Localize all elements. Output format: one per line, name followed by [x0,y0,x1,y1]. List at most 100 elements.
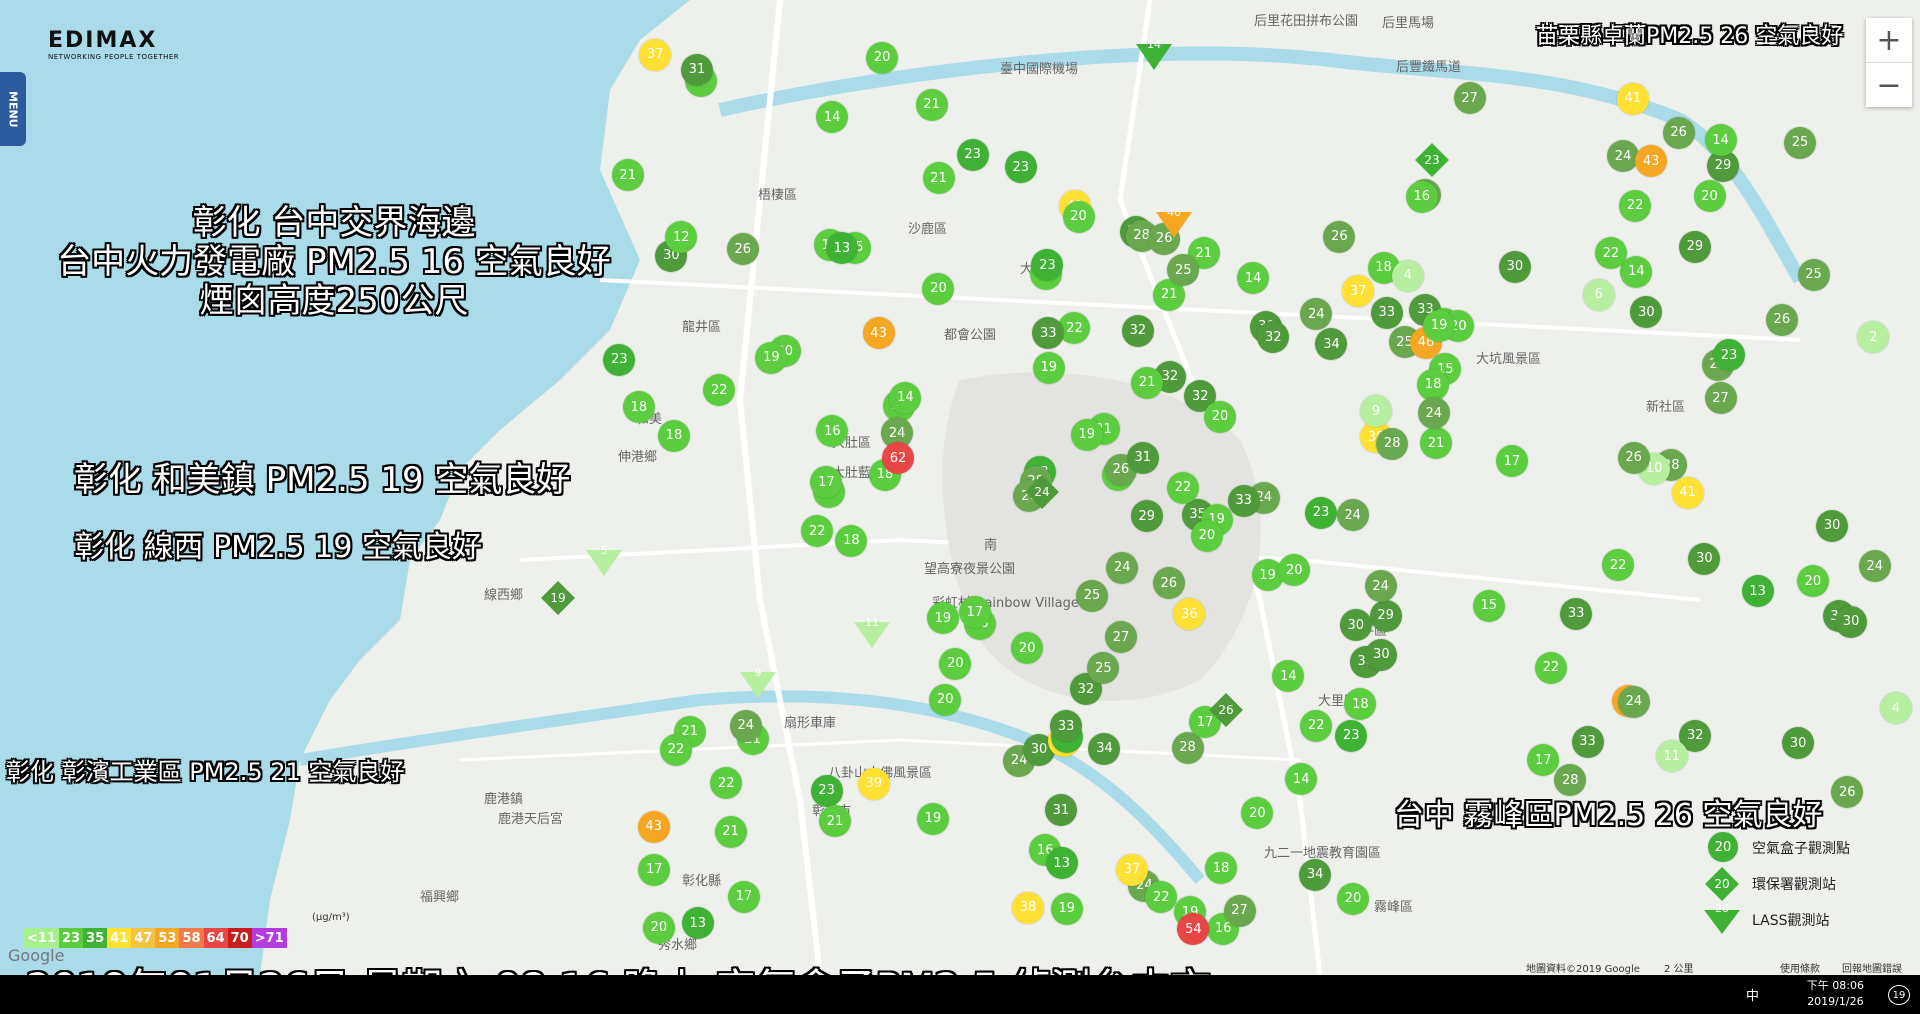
report-error-link[interactable]: 回報地圖錯誤 [1842,960,1902,975]
airbox-station-marker[interactable]: 20 [929,683,962,716]
airbox-station-marker[interactable]: 21 [714,815,747,848]
airbox-station-marker[interactable]: 33 [1370,296,1403,329]
taskbar-clock[interactable]: 下午 08:06 2019/1/26 [1807,978,1864,1010]
airbox-station-marker[interactable]: 20 [922,272,955,305]
airbox-station-marker[interactable]: 28 [1376,427,1409,460]
lass-station-marker[interactable]: 9 [740,666,776,698]
airbox-station-marker[interactable]: 41 [1616,82,1649,115]
airbox-station-marker[interactable]: 21 [611,159,644,191]
airbox-station-marker[interactable]: 41 [1671,476,1704,509]
airbox-station-marker[interactable]: 24 [1106,551,1139,584]
airbox-station-marker[interactable]: 17 [638,853,671,886]
airbox-station-marker[interactable]: 43 [637,810,670,843]
airbox-station-marker[interactable]: 14 [889,381,922,414]
airbox-station-marker[interactable]: 20 [1337,882,1369,915]
airbox-station-marker[interactable]: 20 [1062,200,1095,233]
airbox-station-marker[interactable]: 16 [1405,180,1438,213]
airbox-station-marker[interactable]: 6 [1582,278,1615,311]
airbox-station-marker[interactable]: 24 [1617,685,1650,718]
airbox-station-marker[interactable]: 37 [1116,853,1149,886]
airbox-station-marker[interactable]: 39 [857,767,890,800]
airbox-station-marker[interactable]: 23 [810,774,843,807]
airbox-station-marker[interactable]: 29 [1130,500,1163,533]
notification-badge[interactable]: 19 [1888,985,1910,1005]
airbox-station-marker[interactable]: 21 [915,88,948,121]
airbox-station-marker[interactable]: 20 [866,41,899,74]
airbox-station-marker[interactable]: 30 [1365,638,1398,671]
airbox-station-marker[interactable]: 20 [642,911,675,944]
airbox-station-marker[interactable]: 17 [1495,445,1528,478]
airbox-station-marker[interactable]: 23 [1304,496,1337,529]
airbox-station-marker[interactable]: 27 [1223,894,1256,927]
airbox-station-marker[interactable]: 19 [1032,351,1065,384]
airbox-station-marker[interactable]: 29 [1369,599,1402,632]
airbox-station-marker[interactable]: 33 [1560,597,1593,630]
airbox-station-marker[interactable]: 19 [755,341,788,374]
airbox-station-marker[interactable]: 34 [1088,732,1121,765]
airbox-station-marker[interactable]: 25 [1076,579,1109,612]
airbox-station-marker[interactable]: 23 [956,138,989,171]
airbox-station-marker[interactable]: 23 [1335,719,1368,752]
airbox-station-marker[interactable]: 25 [1797,258,1830,291]
airbox-station-marker[interactable]: 19 [1050,892,1083,925]
airbox-station-marker[interactable]: 31 [1126,441,1159,474]
airbox-station-marker[interactable]: 30 [1688,542,1721,575]
airbox-station-marker[interactable]: 20 [1203,400,1236,433]
zoom-out-button[interactable]: − [1866,63,1912,107]
airbox-station-marker[interactable]: 19 [916,802,949,835]
airbox-station-marker[interactable]: 26 [726,233,759,266]
airbox-station-marker[interactable]: 22 [1167,471,1200,504]
lass-station-marker[interactable]: 5 [586,544,622,576]
airbox-station-marker[interactable]: 18 [1417,368,1450,401]
airbox-station-marker[interactable]: 32 [1121,314,1154,347]
map-canvas[interactable]: EDIMAX NETWORKING PEOPLE TOGETHER MENU +… [0,0,1920,975]
airbox-station-marker[interactable]: 22 [660,733,693,766]
airbox-station-marker[interactable]: 18 [835,524,868,557]
zoom-in-button[interactable]: + [1866,18,1912,63]
airbox-station-marker[interactable]: 24 [1858,550,1891,583]
airbox-station-marker[interactable]: 33 [1571,725,1604,758]
menu-button[interactable]: MENU [0,72,26,146]
airbox-station-marker[interactable]: 13 [681,907,714,940]
airbox-station-marker[interactable]: 31 [680,53,713,86]
airbox-station-marker[interactable]: 31 [1044,794,1077,827]
airbox-station-marker[interactable]: 20 [1693,180,1726,213]
airbox-station-marker[interactable]: 11 [1655,740,1688,773]
lass-station-marker[interactable]: 14 [1136,38,1172,70]
airbox-station-marker[interactable]: 18 [622,391,655,424]
airbox-station-marker[interactable]: 38 [1012,891,1045,924]
airbox-station-marker[interactable]: 21 [819,805,851,838]
edimax-logo[interactable]: EDIMAX NETWORKING PEOPLE TOGETHER [48,28,179,61]
airbox-station-marker[interactable]: 17 [728,880,761,913]
airbox-station-marker[interactable]: 29 [1678,230,1711,263]
airbox-station-marker[interactable]: 19 [1070,418,1103,451]
airbox-station-marker[interactable]: 20 [1190,519,1223,552]
airbox-station-marker[interactable]: 21 [922,162,955,195]
airbox-station-marker[interactable]: 27 [1704,382,1737,415]
airbox-station-marker[interactable]: 34 [1299,858,1332,891]
airbox-station-marker[interactable]: 4 [1391,259,1424,292]
airbox-station-marker[interactable]: 30 [1339,609,1372,642]
airbox-station-marker[interactable]: 23 [1004,151,1037,184]
lass-station-marker[interactable]: 11 [854,616,890,648]
airbox-station-marker[interactable]: 18 [657,419,690,452]
airbox-station-marker[interactable]: 19 [1423,309,1456,342]
airbox-station-marker[interactable]: 26 [1662,116,1695,149]
airbox-station-marker[interactable]: 26 [1152,567,1185,600]
terms-link[interactable]: 使用條款 [1780,960,1820,975]
lass-station-marker[interactable]: 46 [1156,206,1192,238]
airbox-station-marker[interactable]: 33 [1227,484,1260,517]
airbox-station-marker[interactable]: 22 [1300,709,1333,742]
airbox-station-marker[interactable]: 19 [926,602,959,635]
airbox-station-marker[interactable]: 30 [1835,605,1868,638]
airbox-station-marker[interactable]: 30 [1816,509,1849,542]
airbox-station-marker[interactable]: 22 [1619,189,1652,222]
epa-station-marker[interactable]: 19 [541,581,575,615]
airbox-station-marker[interactable]: 13 [1045,847,1078,880]
airbox-station-marker[interactable]: 30 [1498,250,1531,283]
airbox-station-marker[interactable]: 23 [603,343,636,376]
airbox-station-marker[interactable]: 14 [1704,124,1737,157]
airbox-station-marker[interactable]: 24 [1417,397,1450,430]
ime-indicator[interactable]: 中 [1746,985,1759,1004]
airbox-station-marker[interactable]: 25 [1783,126,1816,159]
